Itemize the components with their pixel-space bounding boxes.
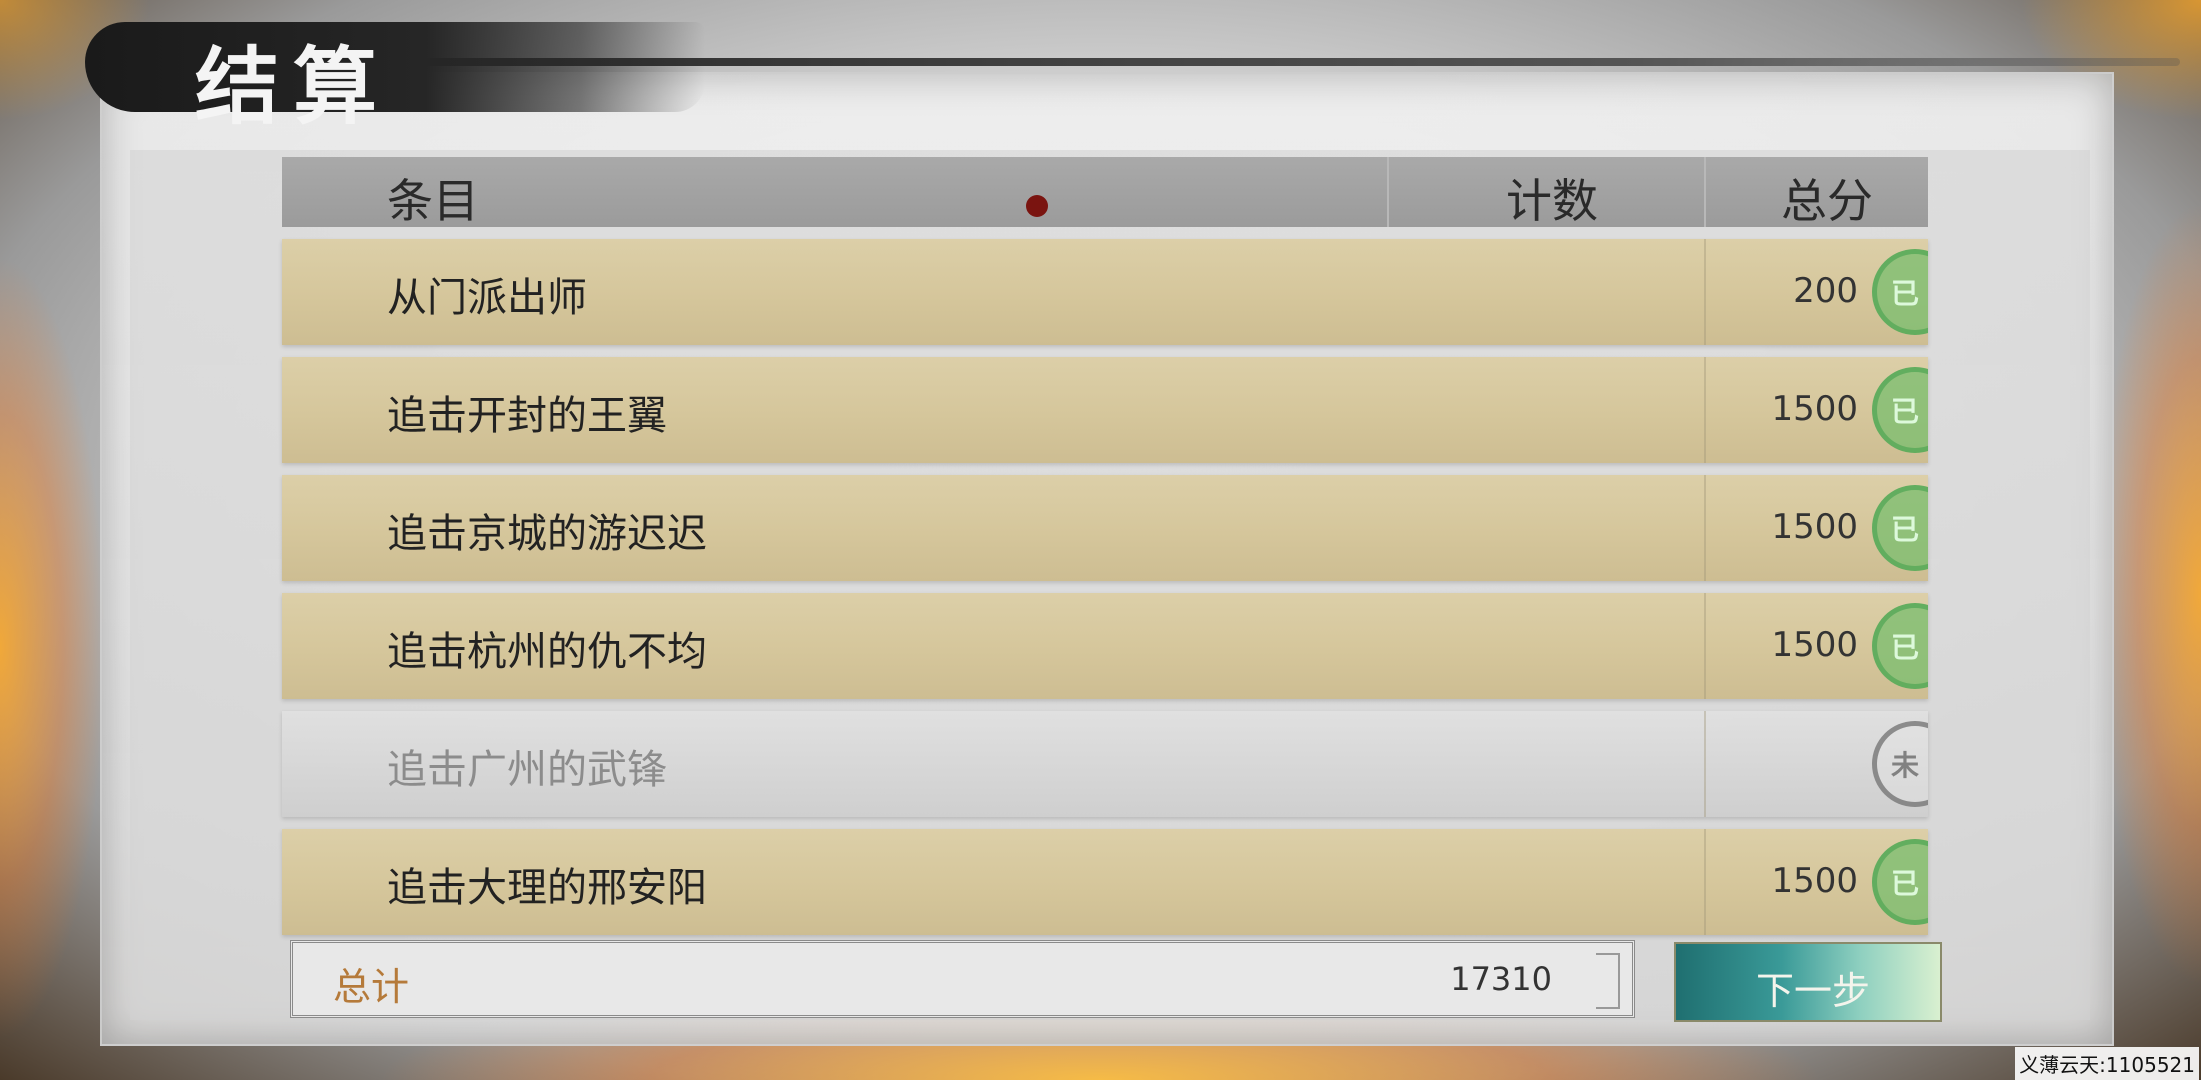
column-divider [1704,239,1706,345]
settlement-table: 条目 计数 总分 从门派出师 200 已 追击开封的王翼 1500 已 追击京城… [282,157,1928,935]
row-label: 从门派出师 [387,275,587,321]
row-score: 1500 [1771,625,1858,665]
next-step-label: 下一步 [1756,969,1871,1013]
column-divider [1704,711,1706,817]
table-row: 从门派出师 200 已 [282,239,1928,345]
column-divider [1704,593,1706,699]
column-divider [1704,357,1706,463]
total-bar: 总计 17310 [290,940,1635,1018]
ink-blot-decoration [1026,195,1048,217]
title-brush-stroke [85,22,705,112]
row-label: 追击杭州的仇不均 [387,629,707,675]
column-header-total: 总分 [1781,174,1873,228]
total-value: 17310 [1450,960,1552,998]
incomplete-stamp-icon: 未 [1872,721,1928,807]
row-label: 追击开封的王翼 [387,393,667,439]
player-watermark: 义薄云天:1105521 [2015,1047,2199,1080]
completed-stamp-icon: 已 [1872,367,1928,453]
row-label: 追击大理的邢安阳 [387,865,707,911]
completed-stamp-icon: 已 [1872,603,1928,689]
row-label: 追击广州的武锋 [387,747,667,793]
completed-stamp-icon: 已 [1872,485,1928,571]
row-score: 1500 [1771,507,1858,547]
column-divider [1704,475,1706,581]
row-score: 1500 [1771,389,1858,429]
total-bar-cap-decoration [1596,953,1620,1009]
row-score: 200 [1793,271,1858,311]
column-divider [1704,157,1706,227]
table-header: 条目 计数 总分 [282,157,1928,228]
next-step-button[interactable]: 下一步 [1674,942,1942,1022]
table-row: 追击广州的武锋 未 [282,711,1928,817]
table-row: 追击京城的游迟迟 1500 已 [282,475,1928,581]
table-row: 追击杭州的仇不均 1500 已 [282,593,1928,699]
total-label: 总计 [333,965,410,1009]
table-row: 追击大理的邢安阳 1500 已 [282,829,1928,935]
column-divider [1387,157,1389,227]
table-row: 追击开封的王翼 1500 已 [282,357,1928,463]
row-score: 1500 [1771,861,1858,901]
column-divider [1704,829,1706,935]
completed-stamp-icon: 已 [1872,249,1928,335]
page-title: 结算 [195,37,392,136]
row-label: 追击京城的游迟迟 [387,511,707,557]
column-header-count: 计数 [1506,174,1598,228]
completed-stamp-icon: 已 [1872,839,1928,925]
column-header-item: 条目 [387,174,479,228]
